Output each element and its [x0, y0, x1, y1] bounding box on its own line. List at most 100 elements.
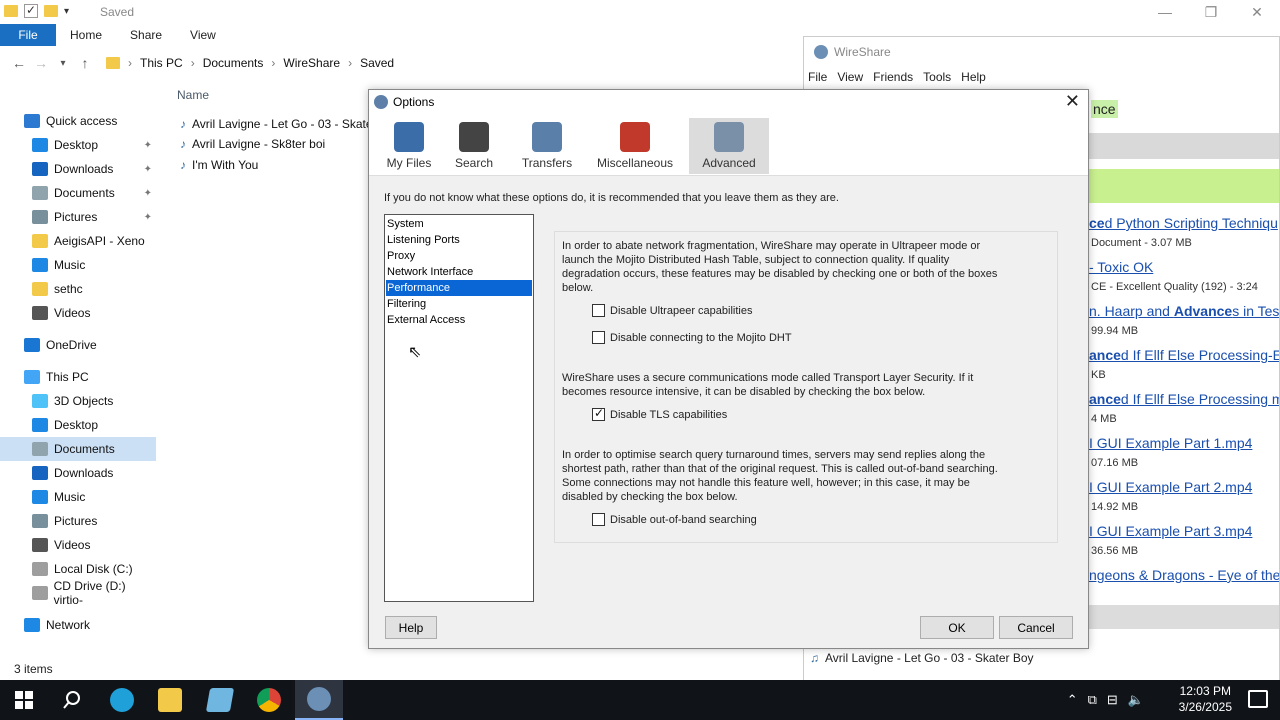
breadcrumb-item[interactable]: This PC	[140, 56, 183, 70]
notification-icon[interactable]	[1248, 690, 1268, 708]
nav-item[interactable]: Desktop	[0, 413, 156, 437]
nav-item[interactable]: CD Drive (D:) virtio-	[0, 579, 156, 607]
checkbox-box[interactable]	[592, 304, 605, 317]
restore-icon[interactable]: ❐	[1188, 0, 1234, 24]
file-row[interactable]: ♪ Avril Lavigne - Let Go - 03 - Skate	[180, 114, 373, 134]
checkbox-box[interactable]	[592, 331, 605, 344]
nav-item[interactable]: Quick access	[0, 109, 156, 133]
network-status-icon[interactable]: ⊟	[1107, 692, 1118, 708]
menu-file[interactable]: File	[808, 70, 827, 84]
nav-item[interactable]: Music	[0, 253, 156, 277]
nav-item[interactable]: Local Disk (C:)	[0, 557, 156, 581]
ok-button[interactable]: OK	[920, 616, 994, 639]
library-row[interactable]: ♫ Avril Lavigne - Let Go - 03 - Skater B…	[810, 651, 1034, 665]
nav-item[interactable]: OneDrive	[0, 333, 156, 357]
result-text: n. Haarp and	[1089, 303, 1174, 319]
category-item[interactable]: External Access	[386, 312, 532, 328]
nav-item[interactable]: Videos	[0, 301, 156, 325]
mojito-dht-checkbox[interactable]: Disable connecting to the Mojito DHT	[592, 331, 792, 344]
taskbar-clock[interactable]: 12:03 PM 3/26/2025	[1179, 683, 1232, 715]
tab-view[interactable]: View	[176, 28, 230, 42]
search-result-link[interactable]: ngeons & Dragons - Eye of the	[1089, 567, 1279, 583]
tab-transfers[interactable]: Transfers	[507, 118, 587, 174]
category-item[interactable]: Network Interface	[386, 264, 532, 280]
search-input[interactable]: nce	[1091, 100, 1118, 118]
back-arrow-icon[interactable]: ←	[8, 55, 30, 71]
breadcrumb-item[interactable]: WireShare	[283, 56, 340, 70]
notepad-taskbar-button[interactable]	[196, 680, 244, 720]
new-folder-icon[interactable]	[44, 5, 58, 17]
breadcrumb-item[interactable]: Documents	[203, 56, 264, 70]
qa-dropdown-icon[interactable]: ▾	[64, 6, 69, 17]
search-result-link[interactable]: anced If Ellf Else Processing-E	[1089, 347, 1279, 363]
nav-item[interactable]: Downloads ✦	[0, 157, 156, 181]
breadcrumb-item[interactable]: Saved	[360, 56, 394, 70]
tray-overflow-icon[interactable]: ⌃	[1067, 692, 1078, 708]
menu-tools[interactable]: Tools	[923, 70, 951, 84]
search-result-link[interactable]: I GUI Example Part 1.mp4	[1089, 435, 1252, 451]
close-icon[interactable]: ✕	[1234, 0, 1280, 24]
nav-item[interactable]: Downloads	[0, 461, 156, 485]
wireshare-taskbar-button[interactable]	[295, 680, 343, 720]
cancel-button[interactable]: Cancel	[999, 616, 1073, 639]
ultrapeer-checkbox[interactable]: Disable Ultrapeer capabilities	[592, 304, 752, 317]
category-list[interactable]: System Listening Ports Proxy Network Interf…	[384, 214, 534, 602]
forward-arrow-icon[interactable]: →	[30, 55, 52, 71]
tab-home[interactable]: Home	[56, 28, 116, 42]
nav-item[interactable]: Documents	[0, 437, 156, 461]
category-item[interactable]: Proxy	[386, 248, 532, 264]
search-result-link[interactable]: anced If Ellf Else Processing m	[1089, 391, 1279, 407]
search-button[interactable]	[48, 680, 96, 720]
tab-miscellaneous[interactable]: Miscellaneous	[595, 118, 675, 174]
device-icon[interactable]: ⧉	[1088, 692, 1097, 708]
edge-taskbar-button[interactable]	[98, 680, 146, 720]
tab-advanced[interactable]: Advanced	[689, 118, 769, 174]
search-result-link[interactable]: ced Python Scripting Techniqu	[1089, 215, 1278, 231]
oob-checkbox[interactable]: Disable out-of-band searching	[592, 513, 757, 526]
recent-dropdown-icon[interactable]: ▾	[52, 58, 74, 69]
properties-icon[interactable]	[24, 3, 38, 18]
start-button[interactable]	[0, 680, 48, 720]
tab-search[interactable]: Search	[434, 118, 514, 174]
breadcrumb[interactable]: › This PC › Documents › WireShare › Save…	[106, 56, 394, 70]
nav-item-label: Network	[46, 618, 91, 632]
chrome-taskbar-button[interactable]	[245, 680, 293, 720]
nav-item[interactable]: Network	[0, 613, 156, 637]
tab-share[interactable]: Share	[116, 28, 176, 42]
nav-item[interactable]: Videos	[0, 533, 156, 557]
menu-help[interactable]: Help	[961, 70, 986, 84]
dialog-titlebar: Options ✕	[369, 90, 1088, 114]
category-item[interactable]: Filtering	[386, 296, 532, 312]
nav-item[interactable]: Desktop ✦	[0, 133, 156, 157]
volume-icon[interactable]: 🔈	[1128, 692, 1144, 708]
menu-view[interactable]: View	[837, 70, 863, 84]
file-row[interactable]: ♪ Avril Lavigne - Sk8ter boi	[180, 134, 325, 154]
tab-file[interactable]: File	[0, 24, 56, 46]
nav-item[interactable]: sethc	[0, 277, 156, 301]
checkbox-box[interactable]	[592, 406, 605, 421]
tls-checkbox[interactable]: Disable TLS capabilities	[592, 406, 727, 421]
search-result-link[interactable]: - Toxic OK	[1089, 259, 1153, 275]
nav-item[interactable]: Pictures	[0, 509, 156, 533]
nav-item[interactable]: 3D Objects	[0, 389, 156, 413]
up-arrow-icon[interactable]: ↑	[74, 55, 96, 71]
search-result-link[interactable]: n. Haarp and Advances in Tes	[1089, 303, 1279, 319]
checkbox-box[interactable]	[592, 513, 605, 526]
minimize-icon[interactable]: —	[1142, 0, 1188, 24]
nav-item[interactable]: This PC	[0, 365, 156, 389]
menu-friends[interactable]: Friends	[873, 70, 913, 84]
nav-item[interactable]: AeigisAPI - Xeno	[0, 229, 156, 253]
close-icon[interactable]: ✕	[1065, 91, 1080, 112]
help-button[interactable]: Help	[385, 616, 437, 639]
column-header-name[interactable]: Name	[177, 88, 209, 102]
category-item[interactable]: System	[386, 216, 532, 232]
file-row[interactable]: ♪ I'm With You	[180, 155, 258, 175]
category-item[interactable]: Performance	[386, 280, 532, 296]
search-result-link[interactable]: I GUI Example Part 3.mp4	[1089, 523, 1252, 539]
search-result-link[interactable]: I GUI Example Part 2.mp4	[1089, 479, 1252, 495]
explorer-taskbar-button[interactable]	[146, 680, 194, 720]
nav-item[interactable]: Documents ✦	[0, 181, 156, 205]
category-item[interactable]: Listening Ports	[386, 232, 532, 248]
nav-item[interactable]: Pictures ✦	[0, 205, 156, 229]
nav-item[interactable]: Music	[0, 485, 156, 509]
